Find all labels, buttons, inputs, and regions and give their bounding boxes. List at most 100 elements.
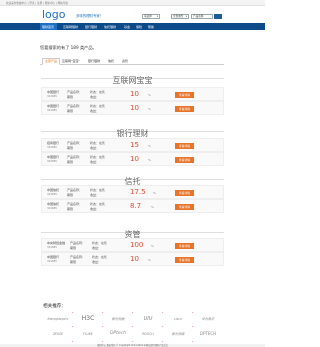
- divider-dot: [102, 341, 104, 343]
- partner-logo[interactable]: H3C: [73, 314, 103, 324]
- yield-label: 收益：: [90, 160, 100, 164]
- region-select[interactable]: 请选择 ▾: [142, 14, 160, 19]
- status-label: 状态：在售: [90, 104, 106, 108]
- yield-value: 17.5: [130, 188, 146, 196]
- partner-logo[interactable]: 紫光锐捷: [103, 314, 133, 324]
- tab-trust[interactable]: 信托: [108, 59, 114, 63]
- divider-dot: [192, 312, 194, 314]
- product-code: 324685: [47, 260, 57, 263]
- divider-dot: [72, 326, 74, 328]
- term-label: 期限: [70, 246, 77, 250]
- product-row: 中国银行 324685 产品名称： 期限 状态：在售 收益： 10 % 查看详情: [41, 252, 224, 266]
- status-label: 状态：在售: [90, 155, 106, 159]
- yield-value: 10: [130, 255, 139, 263]
- section-divider: 信托: [41, 177, 224, 186]
- partner-logo[interactable]: FLUKE: [73, 329, 103, 339]
- product-name-label: 产品名称：: [67, 188, 83, 192]
- bank-name: 中国银行: [47, 90, 60, 94]
- yield-value: 10: [130, 104, 139, 112]
- partner-logo[interactable]: DPtech: [103, 329, 133, 339]
- status-label: 状态：在售: [92, 241, 108, 245]
- detail-button[interactable]: 查看详情: [175, 157, 194, 163]
- divider-dot: [192, 326, 194, 328]
- yield-unit: %: [151, 244, 154, 248]
- nav-item-internet[interactable]: 互联网理财: [63, 25, 78, 29]
- yield-value: 10: [130, 90, 139, 98]
- divider-dot: [72, 312, 74, 314]
- partner-logo[interactable]: BOSCH: [133, 329, 163, 339]
- bank-name: 招商银行: [47, 141, 60, 145]
- nav-item-trust[interactable]: 信托理财: [104, 25, 116, 29]
- divider-dot: [192, 341, 194, 343]
- partner-logo[interactable]: DPTECH: [193, 329, 223, 339]
- product-row: 中国银行 324685 产品名称： 期限 状态：在售 收益： 10 % 查看详情: [41, 101, 224, 115]
- product-code: 324685: [47, 193, 57, 196]
- product-code: 324685: [47, 109, 57, 112]
- status-label: 状态：在售: [90, 90, 106, 94]
- chevron-down-icon: ▾: [156, 15, 158, 18]
- product-name-label: 产品名称：: [70, 241, 86, 245]
- bank-name: 中央财经金融: [47, 241, 66, 245]
- partner-logo[interactable]: UIU: [133, 314, 163, 324]
- divider-dot: [162, 312, 164, 314]
- term-label: 期限: [70, 260, 77, 264]
- slogan: 多味的理财专家！: [76, 14, 104, 18]
- product-name-label: 产品名称：: [67, 104, 83, 108]
- term-label: 期限: [67, 95, 74, 99]
- bank-name: 中国银行: [47, 155, 60, 159]
- yield-unit: %: [148, 93, 151, 97]
- yield-label: 收益：: [90, 146, 100, 150]
- bank-name: 中国信托: [47, 202, 60, 206]
- section-divider: 银行理财: [41, 129, 224, 138]
- detail-button[interactable]: 查看详情: [175, 92, 194, 98]
- partner-logo[interactable]: 紫光网络: [163, 329, 193, 339]
- partner-logo[interactable]: ZFASE: [43, 329, 73, 339]
- yield-value: 8.7: [130, 202, 142, 210]
- product-code: 324685: [47, 95, 57, 98]
- yield-unit: %: [148, 107, 151, 111]
- detail-button[interactable]: 查看详情: [175, 243, 194, 249]
- partner-logo[interactable]: 华为数字: [193, 314, 223, 324]
- product-code: 324685: [47, 207, 57, 210]
- detail-button[interactable]: 查看详情: [175, 257, 194, 263]
- tab-asset[interactable]: 资管: [122, 59, 128, 63]
- section-divider: 互联网宝宝: [41, 76, 224, 85]
- yield-unit: %: [148, 144, 151, 148]
- term-label: 期限: [67, 207, 74, 211]
- term-label: 期限: [67, 146, 74, 150]
- detail-button[interactable]: 查看详情: [175, 143, 194, 149]
- detail-button[interactable]: 查看详情: [175, 204, 194, 210]
- yield-label: 收益：: [92, 246, 102, 250]
- tab-all[interactable]: 全部产品: [42, 58, 61, 65]
- tab-bank[interactable]: 银行理财: [88, 59, 100, 63]
- nav-item-help[interactable]: 帮助: [148, 25, 154, 29]
- nav-item-insurance[interactable]: 保险: [136, 25, 142, 29]
- search-input[interactable]: 产品名称: [191, 14, 213, 19]
- nav-item-fund[interactable]: 基金: [124, 25, 130, 29]
- nav-item-home[interactable]: 理财首页: [42, 25, 54, 29]
- nav-item-bank[interactable]: 银行理财: [85, 25, 97, 29]
- product-row: 中国银行 324685 产品名称： 期限 状态：在售 收益： 10 % 查看详情: [41, 152, 224, 166]
- tab-internet[interactable]: 互联网“宝宝”: [62, 59, 80, 63]
- product-row: 中国信托 324685 产品名称： 期限 状态：在售 收益： 17.5 % 查看…: [41, 185, 224, 199]
- partner-logo[interactable]: cisco: [163, 314, 193, 324]
- results-title: 您要搜索的有了 189 类产品。: [40, 45, 97, 50]
- product-row: 中国信托 324685 产品名称： 期限 状态：在售 收益： 8.7 % 查看详…: [41, 199, 224, 213]
- yield-value: 100: [130, 241, 144, 249]
- yield-label: 收益：: [90, 207, 100, 211]
- search-button[interactable]: [214, 14, 222, 19]
- type-select[interactable]: 全部类型 ▾: [171, 14, 189, 19]
- status-label: 状态：在售: [92, 255, 108, 259]
- main-nav: 理财首页 互联网理财 银行理财 信托理财 基金 保险 帮助: [0, 23, 265, 30]
- divider-dot: [72, 341, 74, 343]
- divider-dot: [102, 312, 104, 314]
- detail-button[interactable]: 查看详情: [175, 190, 194, 196]
- yield-unit: %: [148, 258, 151, 262]
- partner-logo[interactable]: Kamppanpirc: [43, 314, 73, 324]
- bank-name: 中国信托: [47, 188, 60, 192]
- section-divider: 资管: [41, 230, 224, 239]
- product-name-label: 产品名称：: [70, 255, 86, 259]
- divider-dot: [162, 326, 164, 328]
- detail-button[interactable]: 查看详情: [175, 106, 194, 112]
- logo[interactable]: logo: [42, 8, 66, 21]
